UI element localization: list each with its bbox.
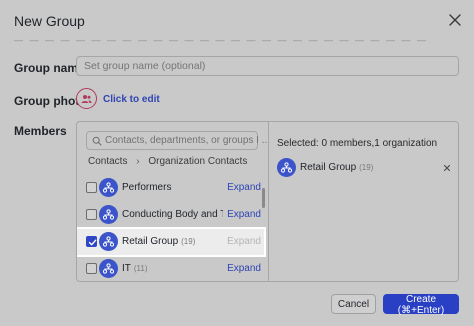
selected-item: Retail Group (19): [277, 158, 453, 178]
members-panel: Contacts, departments, or groups I ... C…: [76, 121, 459, 282]
member-name: Retail Group (19): [122, 236, 196, 247]
org-avatar: [277, 158, 296, 177]
remove-selected-button[interactable]: [441, 161, 453, 173]
org-tree-icon: [103, 263, 114, 274]
close-icon: [443, 164, 451, 172]
member-checkbox[interactable]: [86, 182, 97, 193]
expand-link[interactable]: Expand: [227, 209, 261, 220]
click-to-edit-link[interactable]: Click to edit: [103, 94, 160, 105]
group-photo-avatar[interactable]: [76, 88, 97, 109]
member-checkbox[interactable]: [86, 263, 97, 274]
expand-link[interactable]: Expand: [227, 182, 261, 193]
org-avatar: [99, 259, 118, 278]
close-button[interactable]: [445, 10, 465, 30]
selected-summary: Selected: 0 members,1 organization: [277, 138, 438, 149]
create-button[interactable]: Create (⌘+Enter): [383, 294, 459, 316]
org-tree-icon: [103, 236, 114, 247]
expand-link-disabled: Expand: [227, 236, 261, 247]
breadcrumb: Contacts › Organization Contacts: [88, 156, 247, 167]
member-list-item[interactable]: Performers Expand: [77, 175, 264, 201]
dialog-hint-clipped: — — — — — — — — — — — — — — — — — — — — …: [14, 36, 429, 44]
cancel-button[interactable]: Cancel: [331, 294, 376, 314]
member-list-item[interactable]: Conducting Body and Trai... Expand: [77, 202, 264, 228]
new-group-dialog: New Group — — — — — — — — — — — — — — — …: [0, 0, 474, 326]
panel-divider: [268, 122, 269, 281]
breadcrumb-organization-contacts: Organization Contacts: [148, 156, 248, 167]
member-name: IT (11): [122, 263, 148, 274]
group-name-input[interactable]: [76, 56, 459, 76]
member-list-item-selected[interactable]: Retail Group (19) Expand: [77, 229, 264, 255]
org-avatar: [99, 205, 118, 224]
member-search-input[interactable]: Contacts, departments, or groups I ...: [86, 131, 270, 150]
member-name: Performers: [122, 182, 172, 193]
member-list-item[interactable]: IT (11) Expand: [77, 256, 264, 281]
group-name-label: Group name: [14, 61, 85, 75]
member-list-scrollbar[interactable]: [262, 188, 265, 208]
member-checkbox-checked[interactable]: [86, 236, 97, 247]
check-icon: [88, 239, 97, 246]
member-name: Conducting Body and Trai...: [122, 209, 223, 220]
org-avatar: [99, 232, 118, 251]
selected-item-name: Retail Group (19): [300, 162, 374, 173]
org-tree-icon: [103, 182, 114, 193]
close-icon: [449, 14, 461, 26]
chevron-right-icon: ›: [136, 156, 140, 167]
search-icon: [92, 136, 102, 146]
search-placeholder: Contacts, departments, or groups I ...: [105, 135, 271, 146]
org-avatar: [99, 178, 118, 197]
members-label: Members: [14, 124, 67, 138]
dialog-title: New Group: [14, 13, 85, 29]
org-tree-icon: [103, 209, 114, 220]
member-checkbox[interactable]: [86, 209, 97, 220]
breadcrumb-contacts[interactable]: Contacts: [88, 156, 127, 167]
org-tree-icon: [281, 162, 292, 173]
users-icon: [81, 94, 92, 103]
expand-link[interactable]: Expand: [227, 263, 261, 274]
